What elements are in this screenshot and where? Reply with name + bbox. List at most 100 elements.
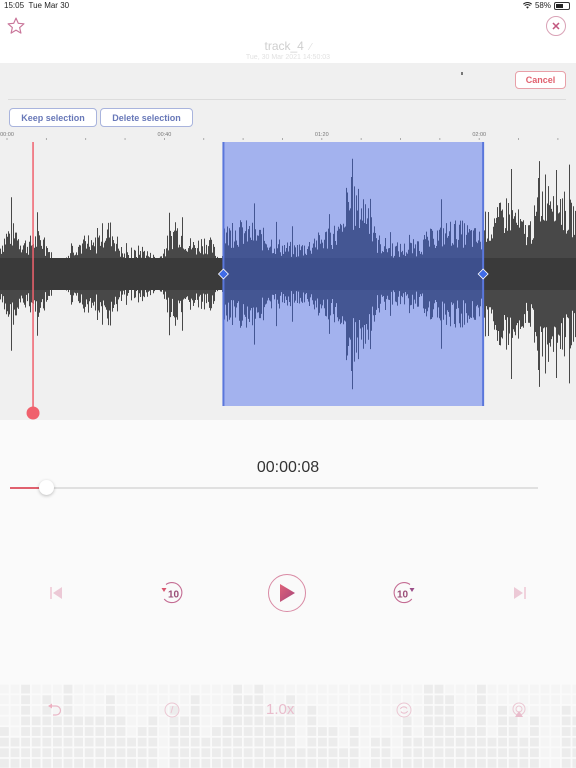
repeat-button[interactable] (393, 699, 415, 721)
equalizer-cell (159, 684, 168, 694)
track-title-row[interactable]: track_4 ⁄ (0, 39, 576, 53)
rewind-10-button[interactable]: 10 (156, 577, 188, 609)
equalizer-cell (318, 695, 327, 705)
skip-next-button[interactable] (508, 577, 532, 609)
equalizer-cell (498, 684, 507, 694)
equalizer-cell (508, 748, 518, 758)
equalizer-cell (63, 684, 73, 694)
edit-pencil-icon[interactable]: ⁄ (310, 42, 312, 53)
equalizer-cell (339, 716, 348, 726)
equalizer-cell (519, 748, 529, 758)
equalizer-cell (10, 748, 20, 758)
equalizer-cell (339, 684, 348, 694)
status-indicators: 58% (523, 1, 570, 10)
equalizer-cell (254, 748, 264, 758)
forward-10-button[interactable]: 10 (388, 577, 420, 609)
favorite-button[interactable] (6, 16, 26, 36)
equalizer-cell (561, 716, 571, 726)
equalizer-cell (74, 737, 83, 747)
equalizer-cell (190, 758, 200, 768)
equalizer-cell (275, 727, 285, 736)
equalizer-cell (466, 695, 476, 705)
equalizer-cell (265, 684, 274, 694)
equalizer-cell (95, 727, 105, 736)
svg-text:10: 10 (397, 590, 409, 601)
equalizer-cell (296, 716, 306, 726)
equalizer-cell (371, 716, 380, 726)
ruler-label: 00:40 (158, 132, 172, 138)
equalizer-cell (424, 748, 433, 758)
equalizer-cell (212, 705, 221, 715)
equalizer-cell (148, 716, 158, 726)
equalizer-cell (180, 758, 189, 768)
equalizer-cell (53, 737, 62, 747)
equalizer-cell (233, 684, 242, 694)
equalizer-cell (561, 727, 571, 736)
keep-selection-button[interactable]: Keep selection (9, 108, 97, 127)
equalizer-cell (95, 737, 105, 747)
undo-button[interactable] (44, 699, 66, 721)
equalizer-cell (318, 716, 327, 726)
equalizer-cell (360, 758, 370, 768)
airplay-icon (512, 702, 526, 717)
equalizer-cell (540, 758, 550, 768)
equalizer-cell (275, 737, 285, 747)
equalizer-cell (392, 684, 401, 694)
equalizer-cell (434, 684, 444, 694)
equalizer-cell (95, 684, 105, 694)
equalizer-cell (328, 705, 338, 715)
playback-speed-button[interactable]: 1.0x (266, 701, 294, 718)
equalizer-cell (339, 737, 348, 747)
equalizer-cell (296, 737, 306, 747)
equalizer-cell (21, 727, 30, 736)
delete-selection-button[interactable]: Delete selection (100, 108, 193, 127)
close-button[interactable]: ✕ (546, 16, 566, 36)
waveform-view[interactable]: 00:00 00:40 01:20 02:00 (0, 131, 576, 420)
status-bar: 15:05 Tue Mar 30 58% (0, 0, 576, 12)
equalizer-cell (318, 748, 327, 758)
equalizer-cell (434, 758, 444, 768)
equalizer-cell (106, 684, 115, 694)
equalizer-cell (222, 758, 232, 768)
equalizer-cell (413, 737, 423, 747)
playhead-handle[interactable] (26, 406, 40, 420)
airplay-button[interactable] (508, 699, 530, 721)
equalizer-cell (561, 737, 571, 747)
equalizer-cell (572, 758, 576, 768)
equalizer-cell (381, 705, 391, 715)
track-title[interactable]: track_4 (264, 39, 303, 53)
equalizer-cell (307, 758, 317, 768)
track-date: Tue, 30 Mar 2021 14:50:03 (245, 54, 331, 61)
progress-slider-thumb[interactable] (39, 480, 55, 495)
sleep-timer-button[interactable] (161, 699, 183, 721)
equalizer-cell (307, 695, 317, 705)
equalizer-cell (561, 758, 571, 768)
equalizer-cell (63, 758, 73, 768)
equalizer-cell (434, 748, 444, 758)
equalizer-cell (21, 684, 30, 694)
equalizer-cell (21, 695, 30, 705)
equalizer-cell (74, 758, 83, 768)
equalizer-cell (551, 716, 560, 726)
equalizer-cell (106, 705, 115, 715)
equalizer-cell (572, 737, 576, 747)
equalizer-cell (445, 695, 454, 705)
equalizer-cell (222, 705, 232, 715)
equalizer-cell (540, 705, 550, 715)
play-button[interactable] (268, 574, 306, 612)
skip-previous-button[interactable] (44, 577, 68, 609)
progress-slider-track[interactable] (10, 487, 538, 489)
equalizer-cell (95, 758, 105, 768)
equalizer-cell (371, 684, 380, 694)
equalizer-cell (201, 748, 211, 758)
equalizer-cell (424, 727, 433, 736)
equalizer-cell (0, 684, 9, 694)
cancel-button[interactable]: Cancel (515, 71, 566, 89)
equalizer-cell (339, 748, 348, 758)
equalizer-cell (201, 727, 211, 736)
equalizer-cell (286, 684, 295, 694)
equalizer-cell (254, 705, 264, 715)
equalizer-cell (254, 737, 264, 747)
equalizer-cell (201, 758, 211, 768)
equalizer-cell (434, 705, 444, 715)
